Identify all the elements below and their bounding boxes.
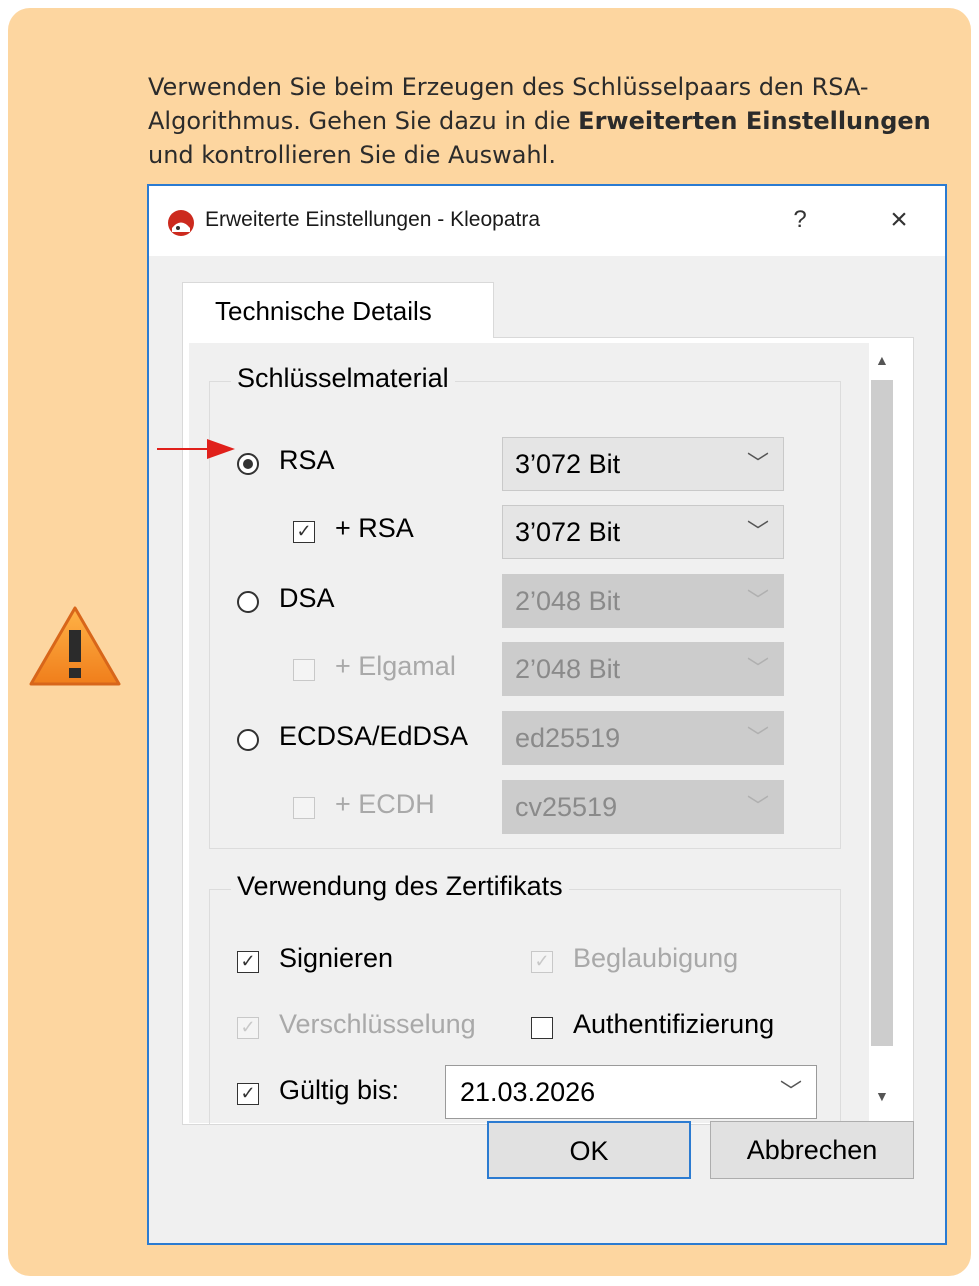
label-ecdh: + ECDH — [335, 789, 435, 819]
advanced-settings-dialog: Erweiterte Einstellungen - Kleopatra ? ×… — [147, 184, 947, 1245]
tab-panel: Schlüsselmaterial RSA 3’072 Bit ﹀ ✓ + RSA… — [182, 337, 914, 1125]
scrollbar-thumb[interactable] — [871, 380, 893, 1046]
chevron-down-icon: ﹀ — [779, 1079, 802, 1104]
ecdh-curve-select[interactable]: cv25519 ﹀ — [502, 780, 784, 834]
chevron-down-icon: ﹀ — [746, 519, 769, 544]
tab-technical-details[interactable]: Technische Details — [182, 282, 494, 338]
label-elgamal: + Elgamal — [335, 651, 456, 681]
label-signing: Signieren — [279, 943, 394, 973]
scroll-up-icon[interactable]: ▲ — [875, 352, 889, 368]
checkbox-certification[interactable]: ✓ — [531, 951, 553, 973]
note-text: Verwenden Sie beim Erzeugen des Schlüsse… — [148, 73, 931, 169]
ok-button[interactable]: OK — [487, 1121, 691, 1179]
label-authentication: Authentifizierung — [573, 1009, 775, 1039]
ecdsa-curve-select[interactable]: ed25519 ﹀ — [502, 711, 784, 765]
label-encryption: Verschlüsselung — [279, 1009, 476, 1039]
checkbox-valid-until[interactable]: ✓ — [237, 1083, 259, 1105]
checkbox-rsa-subkey[interactable]: ✓ — [293, 521, 315, 543]
dialog-title: Erweiterte Einstellungen - Kleopatra — [205, 208, 541, 231]
chevron-down-icon: ﹀ — [746, 451, 769, 476]
label-rsa: RSA — [279, 445, 335, 475]
label-ecdsa: ECDSA/EdDSA — [279, 721, 469, 751]
scroll-area: Schlüsselmaterial RSA 3’072 Bit ﹀ ✓ + RSA… — [189, 343, 869, 1124]
label-certification: Beglaubigung — [573, 943, 739, 973]
valid-until-date-picker[interactable]: 21.03.2026 ﹀ — [445, 1065, 817, 1119]
scroll-down-icon[interactable]: ▼ — [875, 1088, 889, 1104]
checkbox-signing[interactable]: ✓ — [237, 951, 259, 973]
elgamal-size-select[interactable]: 2’048 Bit ﹀ — [502, 642, 784, 696]
close-button[interactable]: × — [879, 202, 919, 238]
rsa-subkey-size-select[interactable]: 3’072 Bit ﹀ — [502, 505, 784, 559]
title-bar: Erweiterte Einstellungen - Kleopatra ? × — [149, 186, 945, 256]
dsa-size-select[interactable]: 2’048 Bit ﹀ — [502, 574, 784, 628]
radio-ecdsa[interactable] — [237, 729, 259, 751]
warning-icon — [29, 606, 121, 686]
chevron-down-icon: ﹀ — [746, 794, 769, 819]
rsa-size-select[interactable]: 3’072 Bit ﹀ — [502, 437, 784, 491]
chevron-down-icon: ﹀ — [746, 725, 769, 750]
checkbox-elgamal[interactable] — [293, 659, 315, 681]
label-valid-until: Gültig bis: — [279, 1075, 400, 1105]
checkbox-authentication[interactable] — [531, 1017, 553, 1039]
help-button[interactable]: ? — [785, 202, 815, 238]
certificate-usage-title: Verwendung des Zertifikats — [231, 871, 569, 902]
red-arrow-icon — [157, 439, 235, 459]
label-rsa-subkey: + RSA — [335, 513, 414, 543]
kleopatra-icon — [168, 210, 194, 236]
radio-rsa[interactable] — [237, 453, 259, 475]
chevron-down-icon: ﹀ — [746, 588, 769, 613]
chevron-down-icon: ﹀ — [746, 656, 769, 681]
checkbox-ecdh[interactable] — [293, 797, 315, 819]
cancel-button[interactable]: Abbrechen — [710, 1121, 914, 1179]
radio-dsa[interactable] — [237, 591, 259, 613]
note-bold-text: Erweiterten Einstellungen — [578, 107, 931, 135]
label-dsa: DSA — [279, 583, 335, 613]
checkbox-encryption[interactable]: ✓ — [237, 1017, 259, 1039]
key-material-title: Schlüsselmaterial — [231, 363, 455, 394]
